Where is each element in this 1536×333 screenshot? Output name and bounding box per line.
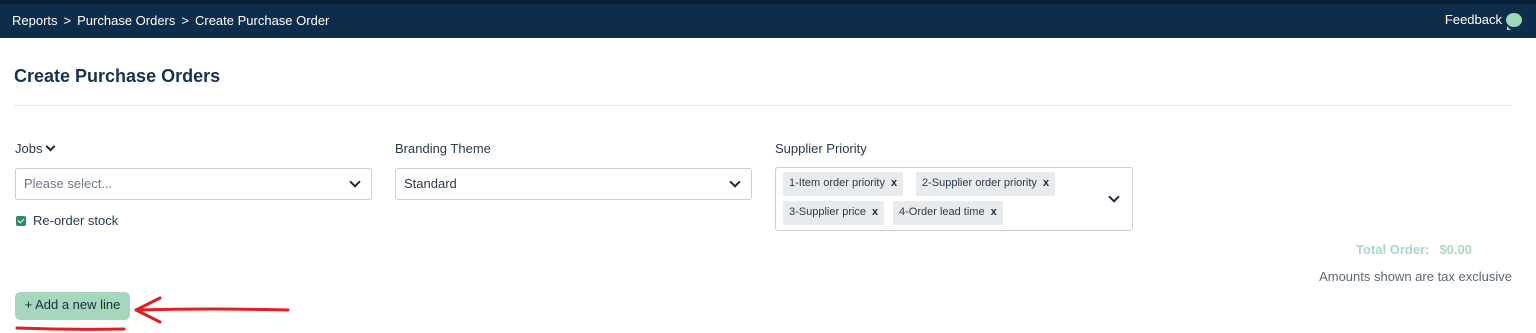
tag-label: 1-Item order priority: [789, 177, 885, 189]
reorder-stock-checkbox-row[interactable]: Re-order stock: [16, 213, 118, 228]
chevron-down-icon: [349, 176, 361, 188]
tag-label: 4-Order lead time: [899, 206, 985, 218]
supplier-priority-tag: 4-Order lead time x: [893, 201, 1003, 225]
remove-tag-icon[interactable]: x: [1043, 177, 1049, 189]
chevron-down-icon: [729, 176, 741, 188]
title-divider: [14, 105, 1512, 106]
remove-tag-icon[interactable]: x: [872, 206, 878, 218]
jobs-select-placeholder: Please select...: [24, 176, 113, 191]
feedback-button[interactable]: Feedback: [1444, 12, 1522, 30]
page-title: Create Purchase Orders: [14, 66, 221, 86]
branding-theme-select[interactable]: Standard: [395, 168, 752, 200]
total-order-value: $0.00: [1439, 242, 1472, 257]
supplier-priority-label: Supplier Priority: [775, 141, 867, 156]
supplier-priority-multiselect[interactable]: 1-Item order priority x 2-Supplier order …: [775, 167, 1133, 231]
total-order: Total Order: $0.00: [1356, 242, 1472, 257]
reorder-stock-label: Re-order stock: [33, 213, 119, 228]
top-navigation-bar: Reports > Purchase Orders > Create Purch…: [0, 0, 1536, 38]
tax-exclusive-note: Amounts shown are tax exclusive: [1319, 269, 1512, 284]
jobs-label-text: Jobs: [15, 141, 43, 156]
feedback-label: Feedback: [1444, 12, 1502, 27]
reorder-stock-checkbox[interactable]: [16, 215, 26, 226]
breadcrumb-item-reports[interactable]: Reports: [12, 13, 58, 28]
remove-tag-icon[interactable]: x: [891, 177, 897, 189]
tag-label: 2-Supplier order priority: [922, 177, 1037, 189]
breadcrumb-item-create-purchase-order: Create Purchase Order: [194, 13, 330, 28]
breadcrumb-separator: >: [63, 13, 72, 28]
breadcrumb: Reports > Purchase Orders > Create Purch…: [12, 13, 329, 28]
breadcrumb-item-purchase-orders[interactable]: Purchase Orders: [77, 13, 175, 28]
supplier-priority-tag: 2-Supplier order priority x: [916, 172, 1056, 196]
breadcrumb-separator: >: [181, 13, 189, 28]
tag-label: 3-Supplier price: [789, 206, 867, 218]
total-order-label: Total Order:: [1356, 242, 1430, 257]
annotation-arrow-icon: [15, 296, 290, 331]
supplier-priority-tag: 1-Item order priority x: [783, 172, 904, 196]
supplier-priority-tag: 3-Supplier price x: [783, 201, 885, 225]
chevron-down-icon[interactable]: [1108, 191, 1120, 203]
branding-theme-label: Branding Theme: [395, 141, 491, 156]
chevron-down-icon: [46, 141, 56, 152]
remove-tag-icon[interactable]: x: [991, 206, 997, 218]
jobs-select[interactable]: Please select...: [15, 168, 372, 200]
branding-theme-value: Standard: [404, 176, 457, 191]
jobs-label[interactable]: Jobs: [15, 141, 56, 156]
chat-bubble-icon: [1506, 12, 1522, 30]
